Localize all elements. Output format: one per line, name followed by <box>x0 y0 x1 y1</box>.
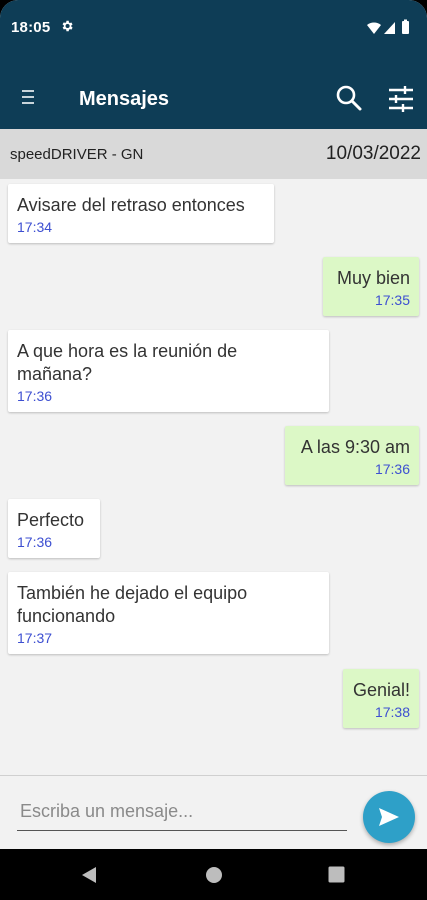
message-bubble-incoming[interactable]: También he dejado el equipo funcionando … <box>8 572 329 654</box>
contact-name: speedDRIVER - GN <box>10 146 144 163</box>
message-bubble-incoming[interactable]: A que hora es la reunión de mañana? 17:3… <box>8 330 329 412</box>
filter-icon[interactable] <box>387 85 415 113</box>
home-icon[interactable] <box>205 866 223 884</box>
conversation-date: 10/03/2022 <box>325 143 421 164</box>
app-bar: Mensajes <box>0 54 427 129</box>
message-text: A las 9:30 am <box>300 437 410 457</box>
message-time: 17:36 <box>374 461 410 477</box>
message-time: 17:38 <box>374 704 410 720</box>
message-composer: Escriba un mensaje... <box>0 775 427 849</box>
message-text: Genial! <box>352 680 410 700</box>
message-bubble-outgoing[interactable]: Muy bien 17:35 <box>323 257 419 316</box>
message-time: 17:36 <box>17 534 53 550</box>
settings-icon <box>62 20 73 32</box>
message-text: También he dejado el equipo funcionando <box>17 583 248 626</box>
message-input[interactable]: Escriba un mensaje... <box>17 799 347 831</box>
status-bar: 18:05 <box>0 0 427 54</box>
message-bubble-outgoing[interactable]: A las 9:30 am 17:36 <box>285 426 419 485</box>
signal-icon <box>384 22 395 34</box>
message-list[interactable]: Avisare del retraso entonces 17:34 Muy b… <box>0 179 427 775</box>
wifi-icon <box>367 22 381 34</box>
message-bubble-outgoing[interactable]: Genial! 17:38 <box>343 669 419 728</box>
recents-icon[interactable] <box>328 866 345 883</box>
message-time: 17:36 <box>17 388 53 404</box>
send-icon <box>379 808 399 826</box>
message-bubble-incoming[interactable]: Perfecto 17:36 <box>8 499 100 558</box>
conversation-header: speedDRIVER - GN 10/03/2022 <box>0 129 427 179</box>
back-icon[interactable] <box>80 866 98 884</box>
system-nav-bar <box>0 849 427 900</box>
page-title: Mensajes <box>79 88 170 110</box>
phone-screen: 18:05 Mensajes speedDRIVER - GN 10/03/20… <box>0 0 427 900</box>
status-time: 18:05 <box>11 19 51 36</box>
menu-icon[interactable] <box>18 88 38 106</box>
battery-icon <box>402 19 409 34</box>
message-text: A que hora es la reunión de mañana? <box>17 341 238 384</box>
message-time: 17:35 <box>374 292 410 308</box>
message-time: 17:37 <box>17 630 53 646</box>
send-button[interactable] <box>363 791 415 843</box>
message-text: Perfecto <box>17 510 85 530</box>
message-bubble-incoming[interactable]: Avisare del retraso entonces 17:34 <box>8 184 274 243</box>
message-time: 17:34 <box>17 219 53 235</box>
message-text: Muy bien <box>336 268 410 288</box>
message-text: Avisare del retraso entonces <box>17 195 245 215</box>
search-icon[interactable] <box>335 84 363 112</box>
system-status-icons <box>367 19 409 34</box>
